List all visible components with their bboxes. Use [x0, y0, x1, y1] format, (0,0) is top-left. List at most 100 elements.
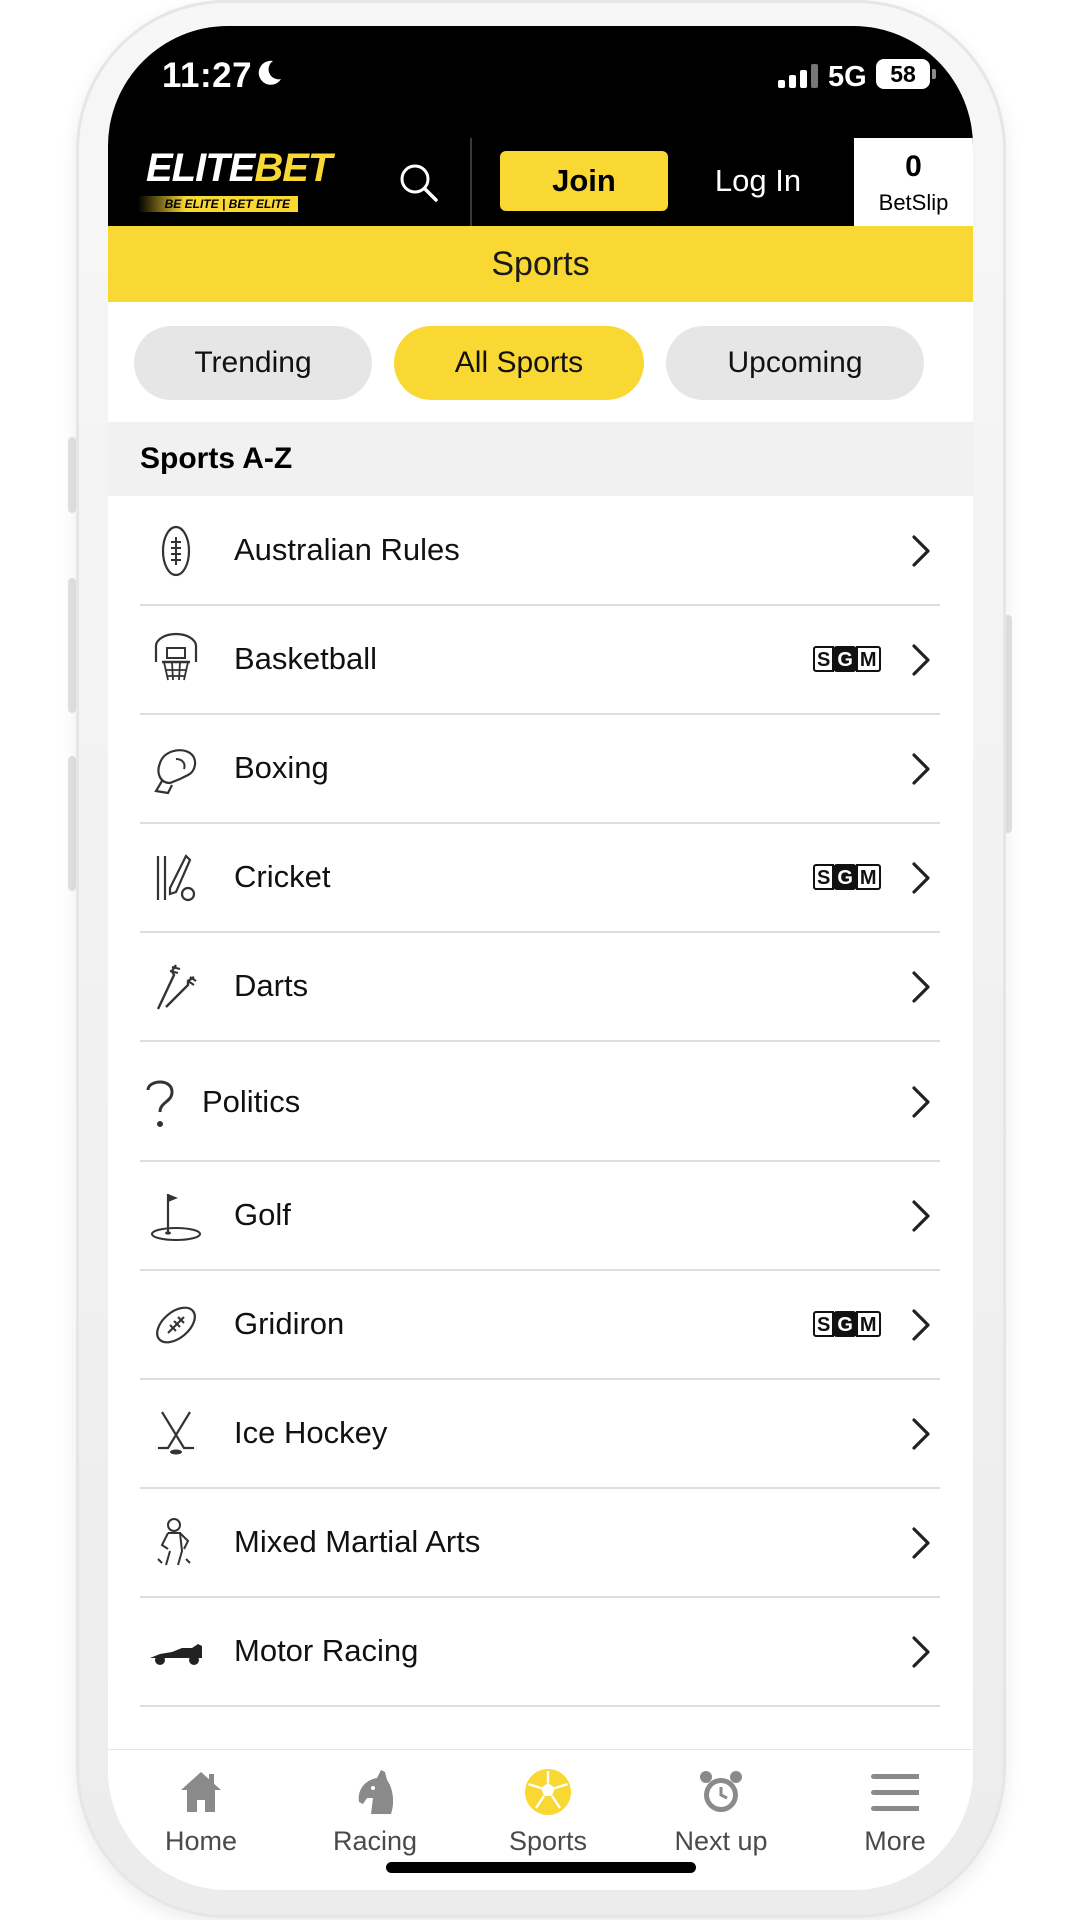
- signal-strength-icon: [778, 64, 818, 88]
- chevron-right-icon: [912, 862, 930, 894]
- nav-next-up[interactable]: Next up: [656, 1760, 786, 1860]
- login-button[interactable]: Log In: [684, 151, 832, 211]
- chevron-right-icon: [912, 1636, 930, 1668]
- device-stage: 11:27 5G 58 ELITEBET BE ELITE | BET ELIT…: [0, 0, 1080, 1920]
- betslip-label: BetSlip: [878, 190, 949, 215]
- betslip-count: 0: [905, 150, 922, 183]
- nav-label: Next up: [674, 1826, 768, 1856]
- sport-row-politics[interactable]: Politics: [140, 1042, 940, 1162]
- chevron-right-icon: [912, 1086, 930, 1118]
- question-mark-icon: [146, 1080, 174, 1127]
- hockey-sticks-icon: [158, 1411, 194, 1455]
- moon-icon: [258, 60, 281, 85]
- sport-label: Mixed Martial Arts: [234, 1524, 481, 1559]
- chevron-right-icon: [912, 644, 930, 676]
- american-football-icon: [156, 1306, 196, 1344]
- status-time: 11:27: [162, 56, 253, 95]
- chevron-right-icon: [912, 1309, 930, 1341]
- sgm-letter-m: M: [855, 1311, 881, 1337]
- sport-label: Basketball: [234, 641, 378, 676]
- australian-rules-ball-icon: [161, 525, 191, 577]
- nav-label: Home: [164, 1826, 238, 1856]
- logo-word-elite: ELITE: [146, 146, 255, 190]
- logo-tagline: BE ELITE | BET ELITE: [138, 196, 298, 212]
- sport-label: Motor Racing: [234, 1633, 419, 1668]
- page-title: Sports: [108, 226, 973, 302]
- cricket-bat-icon: [156, 854, 196, 902]
- nav-label: Sports: [508, 1826, 588, 1856]
- home-icon: [181, 1772, 221, 1812]
- chevron-right-icon: [912, 753, 930, 785]
- sport-row-gridiron[interactable]: Gridiron SGM: [140, 1271, 940, 1380]
- boxing-glove-icon: [154, 749, 197, 795]
- network-type: 5G: [828, 61, 867, 93]
- basketball-hoop-icon: [154, 632, 198, 681]
- sgm-letter-m: M: [855, 864, 881, 890]
- phone-volume-down: [68, 756, 76, 891]
- header-divider: [470, 138, 472, 226]
- nav-label: More: [864, 1826, 926, 1856]
- sport-label: Darts: [234, 968, 309, 1003]
- chevron-right-icon: [912, 1418, 930, 1450]
- search-icon[interactable]: [396, 160, 440, 204]
- status-bar: 11:27 5G 58: [108, 26, 973, 138]
- mma-fighter-icon: [157, 1518, 191, 1566]
- sport-row-golf[interactable]: Golf: [140, 1162, 940, 1271]
- chevron-right-icon: [912, 535, 930, 567]
- app-header: ELITEBET BE ELITE | BET ELITE Join Log I…: [108, 138, 973, 226]
- nav-more[interactable]: More: [830, 1760, 960, 1860]
- alarm-clock-icon: [700, 1771, 742, 1812]
- sgm-letter-g: G: [833, 864, 857, 890]
- logo-word-bet: BET: [254, 146, 332, 190]
- tab-trending[interactable]: Trending: [134, 326, 372, 400]
- sport-row-darts[interactable]: Darts: [140, 933, 940, 1042]
- battery-indicator: 58: [876, 59, 936, 89]
- sgm-letter-s: S: [813, 864, 835, 890]
- nav-home[interactable]: Home: [136, 1760, 266, 1860]
- sport-label: Ice Hockey: [234, 1415, 388, 1450]
- nav-label: Racing: [332, 1826, 418, 1856]
- sport-label: Australian Rules: [234, 532, 460, 567]
- phone-silent-switch: [68, 437, 76, 513]
- hamburger-menu-icon: [871, 1774, 919, 1811]
- sport-label: Cricket: [234, 859, 331, 894]
- sgm-badge: SGM: [813, 864, 881, 890]
- sport-label: Politics: [202, 1084, 301, 1119]
- join-button[interactable]: Join: [500, 151, 668, 211]
- logo-wordmark: ELITEBET: [146, 146, 332, 191]
- horse-head-icon: [358, 1770, 394, 1814]
- sgm-letter-g: G: [833, 646, 857, 672]
- tab-upcoming[interactable]: Upcoming: [666, 326, 924, 400]
- sgm-letter-g: G: [833, 1311, 857, 1337]
- race-car-icon: [150, 1644, 202, 1665]
- chevron-right-icon: [912, 1527, 930, 1559]
- sport-row-boxing[interactable]: Boxing: [140, 715, 940, 824]
- sgm-badge: SGM: [813, 1311, 881, 1337]
- sgm-letter-s: S: [813, 646, 835, 672]
- sgm-letter-m: M: [855, 646, 881, 672]
- phone-volume-up: [68, 578, 76, 713]
- sport-row-basketball[interactable]: Basketball SGM: [140, 606, 940, 715]
- nav-racing[interactable]: Racing: [310, 1760, 440, 1860]
- nav-sports[interactable]: Sports: [483, 1760, 613, 1860]
- sport-row-mixed-martial-arts[interactable]: Mixed Martial Arts: [140, 1489, 940, 1598]
- chevron-right-icon: [912, 1200, 930, 1232]
- sport-label: Boxing: [234, 750, 329, 785]
- sports-list: Australian Rules Basketball SGM Boxing C…: [108, 496, 973, 1749]
- home-indicator[interactable]: [386, 1862, 696, 1873]
- sports-tabs: Trending All Sports Upcoming: [108, 302, 973, 422]
- betslip-button[interactable]: 0 BetSlip: [854, 138, 973, 226]
- chevron-right-icon: [912, 971, 930, 1003]
- sgm-letter-s: S: [813, 1311, 835, 1337]
- sport-label: Gridiron: [234, 1306, 345, 1341]
- sgm-badge: SGM: [813, 646, 881, 672]
- sport-row-motor-racing[interactable]: Motor Racing: [140, 1598, 940, 1707]
- golf-flag-icon: [151, 1194, 201, 1241]
- sport-row-cricket[interactable]: Cricket SGM: [140, 824, 940, 933]
- elitebet-logo[interactable]: ELITEBET BE ELITE | BET ELITE: [136, 146, 332, 216]
- soccer-ball-icon: [525, 1769, 571, 1815]
- sport-row-australian-rules[interactable]: Australian Rules: [140, 496, 940, 606]
- section-title: Sports A-Z: [108, 422, 973, 496]
- tab-all-sports[interactable]: All Sports: [394, 326, 644, 400]
- sport-row-ice-hockey[interactable]: Ice Hockey: [140, 1380, 940, 1489]
